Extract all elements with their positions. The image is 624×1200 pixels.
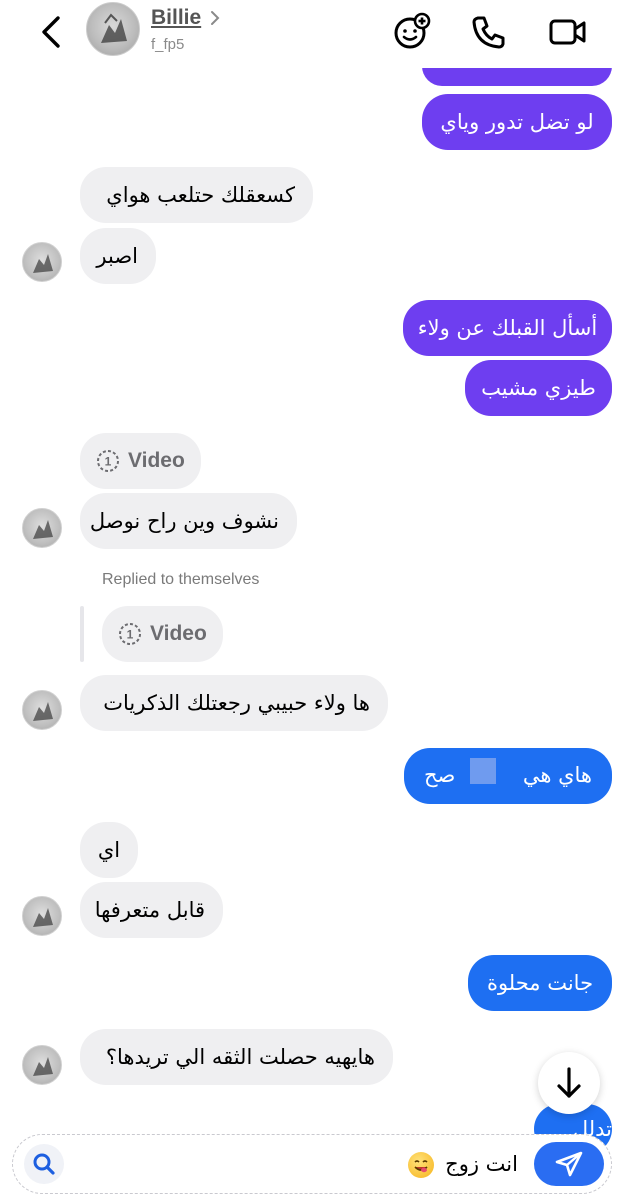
- effects-icon[interactable]: [389, 10, 433, 54]
- video-label: Video: [150, 622, 207, 645]
- message-text: اصبر: [96, 243, 138, 268]
- message-text: صح: [424, 763, 456, 787]
- reply-indicator-bar: [80, 606, 84, 662]
- chevron-right-icon[interactable]: [208, 8, 222, 28]
- chat-header: Billie f_fp5: [0, 0, 624, 68]
- message-bubble-outgoing[interactable]: لو تضل تدور وياي: [422, 94, 612, 150]
- message-bubble-outgoing[interactable]: أسأل القبلك عن ولاء: [403, 300, 612, 356]
- sender-avatar[interactable]: [22, 508, 62, 548]
- message-text: قابل متعرفها: [94, 897, 205, 922]
- message-text: كسعقلك حتلعب هواي: [106, 182, 295, 207]
- arrow-down-icon: [557, 1067, 581, 1098]
- phone-icon[interactable]: [466, 10, 510, 54]
- message-bubble-incoming[interactable]: اصبر: [80, 228, 156, 284]
- message-bubble-incoming[interactable]: ها ولاء حبيبي رجعتلك الذكريات: [80, 675, 388, 731]
- message-composer[interactable]: [12, 1134, 612, 1194]
- scroll-to-bottom-button[interactable]: [538, 1052, 600, 1114]
- video-message[interactable]: 1 Video: [80, 433, 201, 489]
- message-text: طيزي مشيب: [481, 375, 596, 400]
- message-bubble-incoming[interactable]: هايهيه حصلت الثقه الي تريدها؟: [80, 1029, 393, 1085]
- send-icon: [555, 1151, 583, 1177]
- message-bubble-incoming[interactable]: اي: [80, 822, 138, 878]
- message-bubble-incoming[interactable]: قابل متعرفها: [80, 882, 223, 938]
- message-text: اي: [97, 837, 121, 862]
- view-once-icon: 1: [119, 623, 141, 645]
- message-text: ها ولاء حبيبي رجعتلك الذكريات: [103, 690, 370, 715]
- svg-text:1: 1: [127, 628, 134, 642]
- sender-avatar[interactable]: [22, 896, 62, 936]
- svg-text:1: 1: [105, 455, 112, 469]
- video-label: Video: [128, 449, 185, 472]
- emoji-icon: [408, 1152, 434, 1178]
- redacted-box: [470, 758, 496, 784]
- search-icon: [33, 1153, 55, 1175]
- send-button[interactable]: [534, 1142, 604, 1186]
- sender-avatar[interactable]: [22, 1045, 62, 1085]
- view-once-icon: 1: [97, 450, 119, 472]
- message-bubble-incoming[interactable]: كسعقلك حتلعب هواي: [80, 167, 313, 223]
- replied-video-message[interactable]: 1 Video: [102, 606, 223, 662]
- message-bubble-outgoing[interactable]: هاي هي صح: [404, 748, 612, 804]
- message-text: جانت محلوة: [486, 970, 594, 995]
- contact-avatar[interactable]: [86, 2, 140, 56]
- sender-avatar[interactable]: [22, 242, 62, 282]
- message-bubble-outgoing[interactable]: طيزي مشيب: [465, 360, 612, 416]
- composer-input-text[interactable]: انت زوج: [445, 1152, 518, 1176]
- message-bubble-incoming[interactable]: نشوف وين راح نوصل: [80, 493, 297, 549]
- message-text: نشوف وين راح نوصل: [89, 508, 279, 533]
- sender-avatar[interactable]: [22, 690, 62, 730]
- replied-label: Replied to themselves: [102, 571, 260, 588]
- message-text: هاي هي: [522, 763, 592, 787]
- message-text: هايهيه حصلت الثقه الي تريدها؟: [105, 1044, 375, 1069]
- message-text: لو تضل تدور وياي: [440, 109, 594, 134]
- contact-username: f_fp5: [151, 36, 185, 53]
- search-button[interactable]: [24, 1144, 64, 1184]
- contact-name[interactable]: Billie: [151, 6, 201, 30]
- message-bubble-outgoing[interactable]: جانت محلوة: [468, 955, 612, 1011]
- video-camera-icon[interactable]: [546, 10, 590, 54]
- back-chevron-icon[interactable]: [34, 12, 70, 52]
- message-text: أسأل القبلك عن ولاء: [417, 315, 598, 340]
